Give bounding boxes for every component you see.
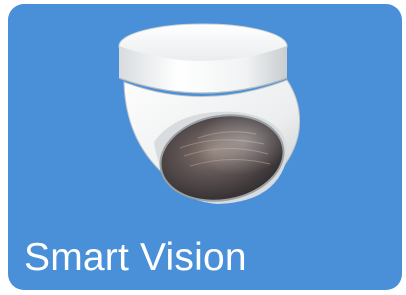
smart-vision-tile[interactable]: Smart Vision [8,4,402,290]
dome-security-camera-icon [118,23,301,204]
tile-label: Smart Vision [24,236,247,279]
